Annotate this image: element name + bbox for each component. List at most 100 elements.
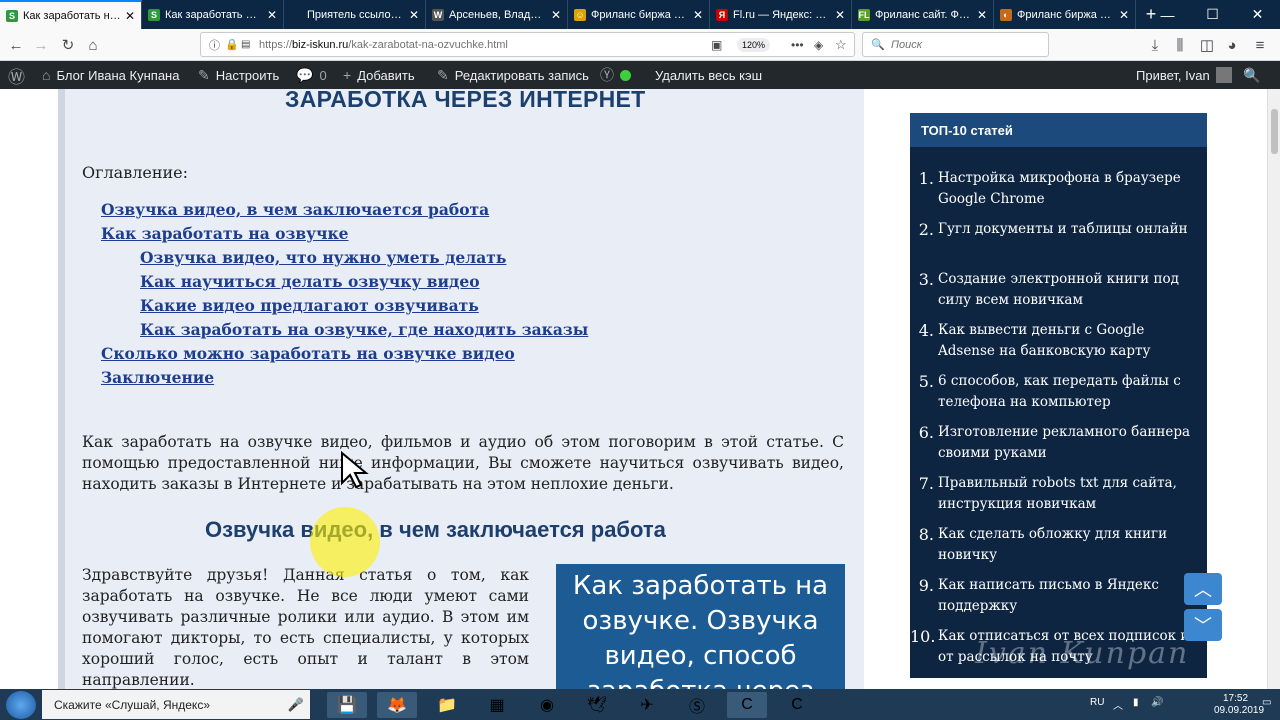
chrome-app-icon[interactable]: ◉ (527, 692, 567, 718)
close-tab-icon[interactable]: ✕ (267, 8, 277, 22)
permissions-icon[interactable]: ▤ (241, 39, 250, 50)
wp-edit-link[interactable]: ✎ Редактировать запись (437, 61, 589, 89)
wp-new-link[interactable]: + Добавить (343, 61, 415, 89)
explorer-app-icon[interactable]: 📁 (427, 692, 467, 718)
toc-link[interactable]: Сколько можно заработать на озвучке виде… (101, 344, 515, 363)
start-button[interactable] (6, 691, 36, 719)
toc-link[interactable]: Озвучка видео, что нужно уметь делать (140, 248, 506, 267)
url-text: https://biz-iskun.ru/kak-zarabotat-na-oz… (259, 38, 508, 51)
list-item-link[interactable]: Как вывести деньги с Google Adsense на б… (938, 320, 1198, 362)
scrollbar-thumb[interactable] (1271, 109, 1278, 154)
taskbar-search[interactable]: Скажите «Слушай, Яндекс» 🎤 (42, 690, 310, 719)
camtasia-app-icon[interactable]: C (727, 692, 767, 718)
list-item-link[interactable]: 6 способов, как передать файлы с телефон… (938, 371, 1198, 413)
wp-comments-link[interactable]: 💬 0 (296, 61, 327, 89)
toc-link[interactable]: Озвучка видео, в чем заключается работа (101, 200, 489, 219)
camtasia-recorder-app-icon[interactable]: C (777, 692, 817, 718)
list-item-number: 7. (918, 474, 934, 493)
microphone-icon[interactable]: 🎤 (288, 697, 304, 713)
page-actions-icon[interactable]: ••• (791, 38, 804, 52)
toc-link[interactable]: Заключение (101, 368, 214, 387)
search-icon: 🔍 (871, 39, 885, 51)
wp-search-icon[interactable]: 🔍 (1243, 61, 1260, 89)
close-tab-icon[interactable]: ✕ (125, 9, 135, 23)
home-icon[interactable]: ⌂ (83, 35, 103, 55)
maximize-icon[interactable]: ☐ (1190, 0, 1235, 29)
back-arrow-icon[interactable]: ← (6, 35, 26, 55)
list-item-number: 6. (918, 423, 934, 442)
clock-time[interactable]: 17:52 (1223, 693, 1248, 704)
browser-tab[interactable]: S Как заработать на оз ✕ (0, 0, 142, 29)
scroll-down-button[interactable]: ﹀ (1184, 609, 1222, 641)
forward-arrow-icon[interactable]: → (31, 35, 51, 55)
home-icon: ⌂ (42, 67, 51, 83)
close-tab-icon[interactable]: ✕ (409, 8, 419, 22)
browser-tab[interactable]: W Арсеньев, Владимир ✕ (426, 0, 568, 29)
wordpress-logo-icon[interactable]: Ⓦ (8, 61, 25, 89)
close-window-icon[interactable]: ✕ (1235, 0, 1280, 29)
browser-tab[interactable]: FL Фриланс сайт. Фрил ✕ (852, 0, 994, 29)
browser-tab[interactable]: Приятель ссылок PRO: П ✕ (284, 0, 426, 29)
bookmark-star-icon[interactable]: ☆ (835, 37, 847, 53)
info-icon[interactable]: ⓘ (209, 37, 220, 53)
taskbar-search-text: Скажите «Слушай, Яндекс» (54, 697, 210, 712)
toc-link[interactable]: Как научиться делать озвучку видео (140, 272, 480, 291)
firefox-app-icon[interactable]: 🦊 (377, 692, 417, 718)
browser-tab[interactable]: ◐ Фриланс биржа удал ✕ (994, 0, 1136, 29)
wp-clear-cache-link[interactable]: Удалить весь кэш (655, 61, 762, 89)
telegram-app-icon[interactable]: ✈ (627, 692, 667, 718)
brush-icon: ✎ (198, 66, 210, 83)
library-icon[interactable]: ⫼ (1170, 35, 1190, 55)
toc-link[interactable]: Какие видео предлагают озвучивать (140, 296, 479, 315)
browser-tab[interactable]: ☺ Фриланс биржа Free ✕ (568, 0, 710, 29)
wp-site-link[interactable]: ⌂ Блог Ивана Кунпана (42, 61, 179, 89)
zoom-indicator[interactable]: 120% (737, 38, 771, 52)
close-tab-icon[interactable]: ✕ (693, 8, 703, 22)
browser-tab[interactable]: Я Fl.ru — Яндекс: нашл ✕ (710, 0, 852, 29)
account-icon[interactable]: ◕ (1222, 35, 1242, 55)
list-item-link[interactable]: Изготовление рекламного баннера своими р… (938, 422, 1198, 464)
bird-app-icon[interactable]: 🕊 (577, 692, 617, 718)
wp-account-menu[interactable]: Привет, Ivan (1136, 61, 1232, 89)
tab-favicon-icon: ◐ (1000, 8, 1012, 21)
reload-icon[interactable]: ↻ (58, 35, 78, 55)
network-icon[interactable]: ▮ (1133, 697, 1139, 708)
skype-app-icon[interactable]: Ⓢ (677, 692, 717, 718)
notifications-icon[interactable]: ▭ (1262, 697, 1271, 708)
top10-widget: ТОП-10 статей 1. Настройка микрофона в бр… (910, 113, 1207, 678)
list-item-link[interactable]: Правильный robots txt для сайта, инструк… (938, 473, 1198, 515)
close-tab-icon[interactable]: ✕ (977, 8, 987, 22)
reader-view-icon[interactable]: ▣ (711, 38, 722, 52)
wp-customize-link[interactable]: ✎ Настроить (198, 61, 279, 89)
volume-icon[interactable]: 🔊 (1151, 697, 1163, 708)
close-tab-icon[interactable]: ✕ (551, 8, 561, 22)
clock-date[interactable]: 09.09.2019 (1214, 705, 1264, 716)
list-item-link[interactable]: Создание электронной книги под силу всем… (938, 269, 1198, 311)
pocket-icon[interactable]: ◈ (814, 38, 823, 52)
downloads-icon[interactable]: ⤓ (1145, 35, 1165, 55)
close-tab-icon[interactable]: ✕ (1119, 8, 1129, 22)
page-scrollbar[interactable] (1267, 89, 1280, 689)
url-bar[interactable]: ⓘ 🔒 ▤ https://biz-iskun.ru/kak-zarabotat… (200, 32, 855, 57)
language-indicator[interactable]: RU (1090, 697, 1104, 708)
minimize-icon[interactable]: — (1145, 0, 1190, 29)
scroll-up-button[interactable]: ︿ (1184, 573, 1222, 605)
toc-link[interactable]: Как заработать на озвучке, где находить … (140, 320, 588, 339)
list-item-link[interactable]: Гугл документы и таблицы онлайн (938, 219, 1198, 240)
list-item-link[interactable]: Настройка микрофона в браузере Google Ch… (938, 168, 1198, 210)
screenshot-app-icon[interactable]: ▦ (477, 692, 517, 718)
sidebar-toggle-icon[interactable]: ◫ (1197, 35, 1217, 55)
list-item-link[interactable]: Как сделать обложку для книги новичку (938, 524, 1198, 566)
toc-link[interactable]: Как заработать на озвучке (101, 224, 349, 243)
lock-icon[interactable]: 🔒 (225, 38, 239, 51)
tray-chevron-icon[interactable]: ︿ (1113, 697, 1123, 712)
browser-tab[interactable]: S Как заработать деньг ✕ (142, 0, 284, 29)
list-item-link[interactable]: Как написать письмо в Яндекс поддержку (938, 575, 1198, 617)
floppy-app-icon[interactable]: 💾 (327, 692, 367, 718)
search-input[interactable]: 🔍 Поиск (862, 32, 1049, 57)
close-tab-icon[interactable]: ✕ (835, 8, 845, 22)
wp-yoast-link[interactable]: Ⓨ (600, 61, 631, 89)
tab-title: Фриланс сайт. Фрил (875, 8, 973, 21)
menu-icon[interactable]: ≡ (1250, 35, 1270, 55)
tab-favicon-icon (290, 8, 302, 21)
